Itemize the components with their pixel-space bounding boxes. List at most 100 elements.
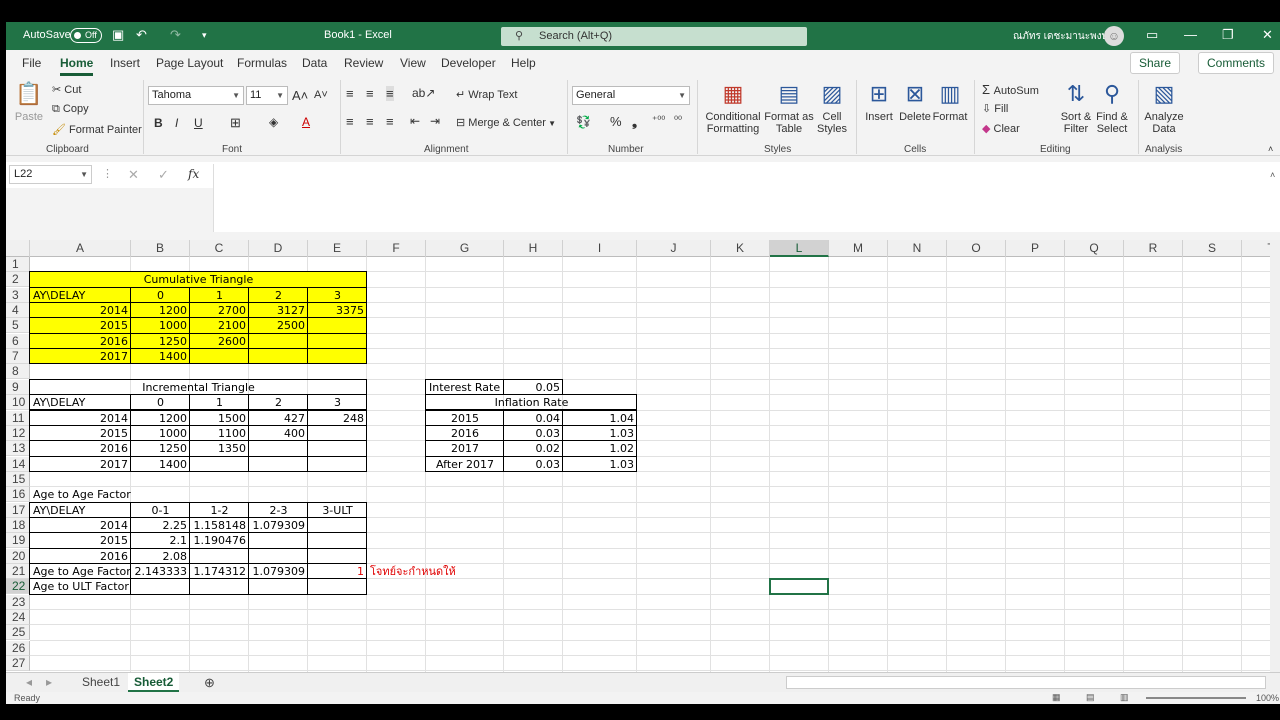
undo-icon[interactable]: ↶ (136, 27, 147, 43)
column-header-H[interactable]: H (504, 240, 563, 257)
enter-icon[interactable]: ✓ (158, 167, 169, 183)
row-header-4[interactable]: 4 (6, 303, 30, 319)
sheet-tab-sheet1[interactable]: Sheet1 (76, 673, 126, 692)
format-cells-button[interactable]: ▥ Format (932, 80, 968, 123)
cell-G12[interactable]: 2016 (426, 426, 504, 441)
save-icon[interactable]: ▣ (112, 27, 124, 43)
column-header-T[interactable]: T (1242, 240, 1270, 257)
cell-D21[interactable]: 1.079309 (249, 564, 308, 579)
tab-file[interactable]: File (22, 56, 41, 70)
cell-B3[interactable]: 0 (131, 288, 190, 303)
row-header-23[interactable]: 23 (6, 594, 30, 610)
cell-D11[interactable]: 427 (249, 411, 308, 426)
row-header-6[interactable]: 6 (6, 333, 30, 349)
collapse-formula-bar-icon[interactable]: ˄ (1270, 170, 1275, 180)
cell-A18[interactable]: 2014 (30, 518, 131, 533)
inflation-title[interactable]: Inflation Rate (426, 395, 637, 410)
cell-A13[interactable]: 2016 (30, 441, 131, 456)
cell-C5[interactable]: 2100 (190, 318, 249, 333)
insert-cells-button[interactable]: ⊞ Insert (862, 80, 896, 123)
cell-A11[interactable]: 2014 (30, 411, 131, 426)
font-name-select[interactable]: Tahoma ▼ (148, 86, 244, 105)
cell-C18[interactable]: 1.158148 (190, 518, 249, 533)
page-break-view-icon[interactable]: ▥ (1120, 692, 1129, 703)
column-header-K[interactable]: K (711, 240, 770, 257)
row-header-5[interactable]: 5 (6, 318, 30, 334)
increase-font-icon[interactable]: A˄ (292, 88, 308, 103)
cell-D10[interactable]: 2 (249, 395, 308, 410)
cell-B18[interactable]: 2.25 (131, 518, 190, 533)
cell-D18[interactable]: 1.079309 (249, 518, 308, 533)
format-painter-button[interactable]: 🖌 Format Painter (52, 123, 142, 136)
cell-A19[interactable]: 2015 (30, 533, 131, 548)
close-icon[interactable]: ✕ (1262, 27, 1273, 43)
sheet-tab-sheet2[interactable]: Sheet2 (128, 673, 180, 692)
insert-function-icon[interactable]: fx (188, 167, 199, 181)
row-header-16[interactable]: 16 (6, 487, 30, 503)
tab-developer[interactable]: Developer (441, 56, 496, 70)
column-header-F[interactable]: F (367, 240, 426, 257)
cell-A3[interactable]: AY\DELAY (30, 288, 131, 303)
row-header-22[interactable]: 22 (6, 579, 30, 595)
tab-insert[interactable]: Insert (110, 56, 140, 70)
decrease-font-icon[interactable]: A˅ (314, 89, 328, 101)
cell-B14[interactable]: 1400 (131, 457, 190, 472)
column-header-S[interactable]: S (1183, 240, 1242, 257)
cell-C4[interactable]: 2700 (190, 303, 249, 318)
cell-B6[interactable]: 1250 (131, 334, 190, 349)
percent-icon[interactable]: % (610, 114, 622, 129)
tab-help[interactable]: Help (511, 56, 536, 70)
cell-E4[interactable]: 3375 (308, 303, 367, 318)
align-left-icon[interactable]: ≡ (346, 114, 354, 129)
column-header-L[interactable]: L (770, 240, 829, 257)
find-select-button[interactable]: ⚲ Find & Select (1094, 80, 1130, 135)
cell-I12[interactable]: 1.03 (563, 426, 637, 441)
column-header-N[interactable]: N (888, 240, 947, 257)
cell-H11[interactable]: 0.04 (504, 411, 563, 426)
ribbon-display-icon[interactable]: ▭ (1146, 27, 1158, 43)
horizontal-scrollbar[interactable] (786, 676, 1266, 689)
row-header-18[interactable]: 18 (6, 517, 30, 533)
search-box[interactable]: ⚲ Search (Alt+Q) (501, 27, 807, 46)
autosum-button[interactable]: Σ AutoSum (982, 82, 1039, 97)
align-middle-icon[interactable]: ≡ (366, 86, 374, 101)
row-header-9[interactable]: 9 (6, 379, 30, 395)
column-header-B[interactable]: B (131, 240, 190, 257)
row-header-15[interactable]: 15 (6, 471, 30, 487)
column-header-O[interactable]: O (947, 240, 1006, 257)
analyze-data-button[interactable]: ▧ Analyze Data (1144, 80, 1184, 135)
cell-H14[interactable]: 0.03 (504, 457, 563, 472)
customize-qat-icon[interactable]: ▾ (202, 30, 207, 41)
worksheet-grid[interactable]: ABCDEFGHIJKLMNOPQRST 1234567891011121314… (6, 240, 1270, 672)
tab-view[interactable]: View (400, 56, 426, 70)
normal-view-icon[interactable]: ▦ (1052, 692, 1061, 703)
cell-A20[interactable]: 2016 (30, 549, 131, 564)
cell-E3[interactable]: 3 (308, 288, 367, 303)
cell-A5[interactable]: 2015 (30, 318, 131, 333)
decrease-indent-icon[interactable]: ⇤ (410, 114, 420, 128)
column-header-J[interactable]: J (637, 240, 711, 257)
cell-B7[interactable]: 1400 (131, 349, 190, 364)
conditional-formatting-button[interactable]: ▦ Conditional Formatting (702, 80, 764, 135)
minimize-icon[interactable]: — (1184, 27, 1197, 42)
row-header-12[interactable]: 12 (6, 425, 30, 441)
cell-A4[interactable]: 2014 (30, 303, 131, 318)
cell-H13[interactable]: 0.02 (504, 441, 563, 456)
cell-B21[interactable]: 2.143333 (131, 564, 190, 579)
row-header-17[interactable]: 17 (6, 502, 30, 518)
ata-title[interactable]: Age to Age Factor (30, 487, 190, 502)
cell-B17[interactable]: 0-1 (131, 503, 190, 518)
tab-home[interactable]: Home (60, 56, 94, 76)
cell-C10[interactable]: 1 (190, 395, 249, 410)
accounting-icon[interactable]: 💱 (576, 115, 591, 129)
cell-G13[interactable]: 2017 (426, 441, 504, 456)
delete-cells-button[interactable]: ⊠ Delete (898, 80, 932, 123)
cell-E10[interactable]: 3 (308, 395, 367, 410)
cum-title[interactable]: Cumulative Triangle (30, 272, 367, 287)
paste-button[interactable]: 📋 Paste (12, 80, 46, 123)
restore-icon[interactable]: ❐ (1222, 27, 1234, 43)
fill-color-icon[interactable]: ◈ (269, 115, 278, 129)
cell-H9[interactable]: 0.05 (504, 380, 563, 395)
tab-page-layout[interactable]: Page Layout (156, 56, 223, 70)
cell-A6[interactable]: 2016 (30, 334, 131, 349)
